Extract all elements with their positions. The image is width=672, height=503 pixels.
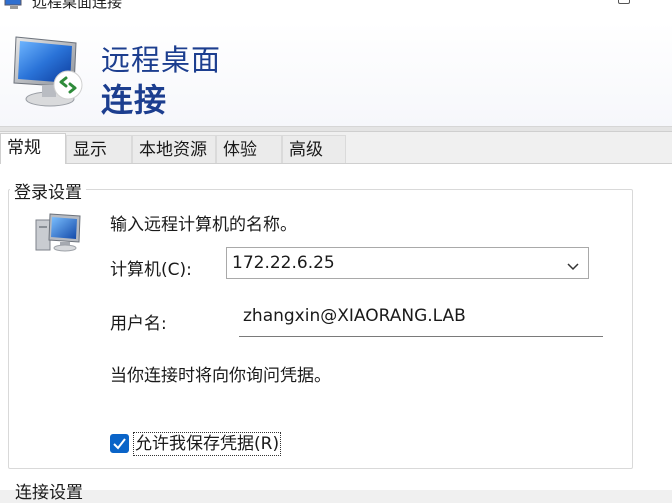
window-title: 远程桌面连接 bbox=[32, 0, 123, 11]
chevron-down-icon[interactable] bbox=[566, 257, 580, 271]
username-value[interactable]: zhangxin@XIAORANG.LAB bbox=[243, 306, 466, 326]
computer-label: 计算机(C): bbox=[110, 260, 192, 280]
remote-desktop-app-icon bbox=[4, 0, 24, 10]
save-credentials-checkbox[interactable] bbox=[110, 434, 129, 453]
general-tab-panel: 登录设置 输入远程计算机的名称。 计算机(C): 172.22.6.25 用户名… bbox=[0, 163, 672, 503]
tab-strip: 常规 显示 本地资源 体验 高级 bbox=[0, 133, 672, 164]
header-banner: 远程桌面 连接 bbox=[0, 22, 672, 127]
username-field[interactable]: zhangxin@XIAORANG.LAB bbox=[239, 300, 603, 337]
computer-combobox[interactable]: 172.22.6.25 bbox=[226, 247, 589, 279]
tab-display[interactable]: 显示 bbox=[66, 135, 132, 163]
username-label: 用户名: bbox=[110, 314, 167, 334]
credentials-prompt-note: 当你连接时将向你询问凭据。 bbox=[110, 366, 331, 386]
banner-title-line1: 远程桌面 bbox=[101, 43, 222, 77]
instruction-text: 输入远程计算机的名称。 bbox=[110, 215, 297, 235]
connection-settings-legend: 连接设置 bbox=[15, 483, 83, 503]
banner-title-line2: 连接 bbox=[101, 81, 168, 119]
computer-value[interactable]: 172.22.6.25 bbox=[232, 253, 335, 273]
login-settings-legend: 登录设置 bbox=[10, 178, 86, 203]
title-bar: 远程桌面连接 bbox=[0, 0, 672, 22]
computer-icon bbox=[34, 212, 84, 252]
tab-local-resources[interactable]: 本地资源 bbox=[132, 135, 216, 163]
banner-divider bbox=[0, 127, 672, 132]
maximize-button[interactable] bbox=[618, 0, 630, 4]
remote-desktop-monitor-icon bbox=[10, 33, 92, 109]
tab-advanced[interactable]: 高级 bbox=[282, 135, 346, 163]
minimize-button[interactable] bbox=[554, 0, 566, 4]
tab-experience[interactable]: 体验 bbox=[216, 135, 282, 163]
tab-general[interactable]: 常规 bbox=[0, 133, 66, 164]
save-credentials-label[interactable]: 允许我保存凭据(R) bbox=[133, 432, 282, 456]
